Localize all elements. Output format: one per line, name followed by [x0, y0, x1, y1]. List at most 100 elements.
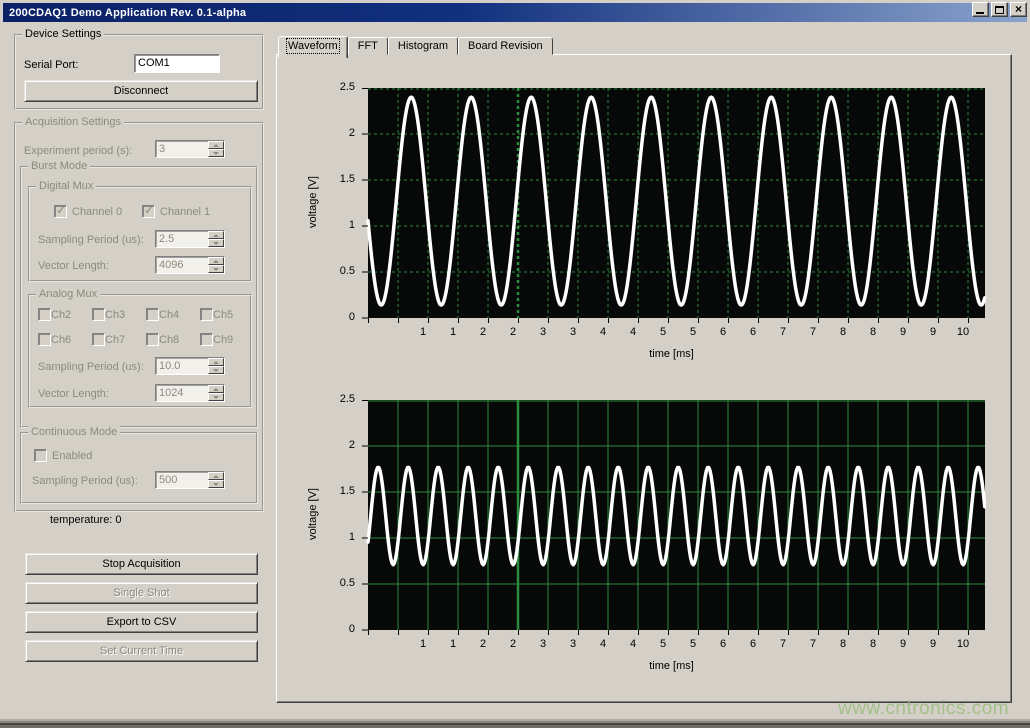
digital-sampling-period-spinner: 2.5: [155, 230, 225, 248]
x-tick-label: 5: [678, 326, 708, 338]
analog-sampling-period-value: 10.0: [156, 358, 208, 374]
maximize-button[interactable]: [991, 2, 1008, 17]
ch9-checkbox[interactable]: [200, 333, 213, 346]
ch3-checkbox[interactable]: [92, 308, 105, 321]
arrow-up-icon: [213, 234, 219, 237]
x-tick-label: 7: [768, 638, 798, 650]
ch4-checkbox-row[interactable]: Ch4: [146, 308, 200, 321]
continuous-sampling-period-value: 500: [156, 472, 208, 488]
single-shot-button: Single Shot: [25, 582, 258, 604]
y-tick-label: 0: [315, 623, 355, 635]
channel-1-checkbox-row[interactable]: ✓ Channel 1: [142, 205, 210, 218]
x-tick-label: 6: [738, 638, 768, 650]
ch7-checkbox-row[interactable]: Ch7: [92, 333, 146, 346]
y-tick-label: 1.5: [315, 173, 355, 185]
ch7-label: Ch7: [105, 334, 125, 346]
continuous-enabled-checkbox[interactable]: [34, 449, 47, 462]
spin-down-button[interactable]: [208, 265, 224, 273]
x-tick-label: 8: [858, 326, 888, 338]
serial-port-label: Serial Port:: [24, 59, 78, 71]
arrow-down-icon: [213, 268, 219, 271]
ch9-label: Ch9: [213, 334, 233, 346]
ch7-checkbox[interactable]: [92, 333, 105, 346]
close-icon: ×: [1011, 3, 1026, 16]
y-tick-label: 0.5: [315, 577, 355, 589]
x-tick-label: 1: [408, 326, 438, 338]
x-tick-label: 8: [858, 638, 888, 650]
ch6-checkbox[interactable]: [38, 333, 51, 346]
x-axis-title: time [ms]: [363, 660, 980, 672]
spin-up-button[interactable]: [208, 358, 224, 366]
x-tick-label: 1: [438, 638, 468, 650]
spin-down-button[interactable]: [208, 480, 224, 488]
ch8-checkbox[interactable]: [146, 333, 159, 346]
y-tick-label: 2.5: [315, 393, 355, 405]
x-tick-label: 7: [798, 638, 828, 650]
window-title: 200CDAQ1 Demo Application Rev. 0.1-alpha: [9, 7, 246, 19]
channel-1-label: Channel 1: [160, 206, 210, 218]
x-tick-label: 2: [498, 326, 528, 338]
export-to-csv-button[interactable]: Export to CSV: [25, 611, 258, 633]
ch2-checkbox-row[interactable]: Ch2: [38, 308, 92, 321]
maximize-icon: [995, 6, 1004, 14]
spin-up-button[interactable]: [208, 385, 224, 393]
spin-up-button[interactable]: [208, 141, 224, 149]
x-tick-label: 3: [528, 638, 558, 650]
spin-down-button[interactable]: [208, 393, 224, 401]
ch8-checkbox-row[interactable]: Ch8: [146, 333, 200, 346]
tab-waveform[interactable]: Waveform: [278, 36, 348, 58]
channel-0-label: Channel 0: [72, 206, 122, 218]
x-tick-label: 3: [528, 326, 558, 338]
x-tick-label: 3: [558, 638, 588, 650]
minimize-icon: [976, 12, 984, 14]
channel-1-checkbox[interactable]: ✓: [142, 205, 155, 218]
spin-up-button[interactable]: [208, 257, 224, 265]
spin-down-button[interactable]: [208, 366, 224, 374]
x-tick-label: 1: [438, 326, 468, 338]
digital-vector-length-label: Vector Length:: [38, 260, 109, 272]
y-tick-label: 0: [315, 311, 355, 323]
ch9-checkbox-row[interactable]: Ch9: [200, 333, 254, 346]
waveform-chart-bottom: [362, 400, 986, 636]
analog-vector-length-spinner: 1024: [155, 384, 225, 402]
arrow-up-icon: [213, 388, 219, 391]
continuous-enabled-row[interactable]: Enabled: [34, 449, 92, 462]
channel-0-checkbox[interactable]: ✓: [54, 205, 67, 218]
serial-port-input[interactable]: COM1: [134, 54, 220, 73]
x-tick-label: 5: [678, 638, 708, 650]
digital-sampling-period-label: Sampling Period (us):: [38, 234, 144, 246]
spin-down-button[interactable]: [208, 149, 224, 157]
ch4-checkbox[interactable]: [146, 308, 159, 321]
tab-board-revision[interactable]: Board Revision: [458, 37, 553, 55]
x-tick-label: 9: [888, 326, 918, 338]
stop-acquisition-button[interactable]: Stop Acquisition: [25, 553, 258, 575]
x-tick-label: 9: [918, 326, 948, 338]
ch3-checkbox-row[interactable]: Ch3: [92, 308, 146, 321]
tab-fft[interactable]: FFT: [348, 37, 388, 55]
analog-vector-length-value: 1024: [156, 385, 208, 401]
ch5-checkbox-row[interactable]: Ch5: [200, 308, 254, 321]
continuous-mode-group: Continuous Mode Enabled Sampling Period …: [20, 432, 258, 504]
spin-up-button[interactable]: [208, 231, 224, 239]
x-tick-label: 2: [468, 326, 498, 338]
ch2-checkbox[interactable]: [38, 308, 51, 321]
spin-up-button[interactable]: [208, 472, 224, 480]
close-button[interactable]: ×: [1010, 2, 1027, 17]
check-icon: ✓: [56, 203, 66, 217]
minimize-button[interactable]: [972, 2, 989, 17]
x-tick-label: 4: [588, 638, 618, 650]
x-tick-label: 2: [468, 638, 498, 650]
spin-down-button[interactable]: [208, 239, 224, 247]
x-tick-label: 10: [948, 326, 978, 338]
y-tick-label: 2: [315, 439, 355, 451]
check-icon: ✓: [144, 203, 154, 217]
device-settings-group: Device Settings Serial Port: COM1 Discon…: [14, 34, 264, 110]
ch5-checkbox[interactable]: [200, 308, 213, 321]
y-tick-label: 1.5: [315, 485, 355, 497]
tab-histogram[interactable]: Histogram: [388, 37, 458, 55]
ch4-label: Ch4: [159, 309, 179, 321]
disconnect-button[interactable]: Disconnect: [24, 80, 258, 102]
analog-mux-group: Analog Mux Ch2Ch3Ch4Ch5Ch6Ch7Ch8Ch9 Samp…: [28, 294, 252, 408]
channel-0-checkbox-row[interactable]: ✓ Channel 0: [54, 205, 122, 218]
ch6-checkbox-row[interactable]: Ch6: [38, 333, 92, 346]
